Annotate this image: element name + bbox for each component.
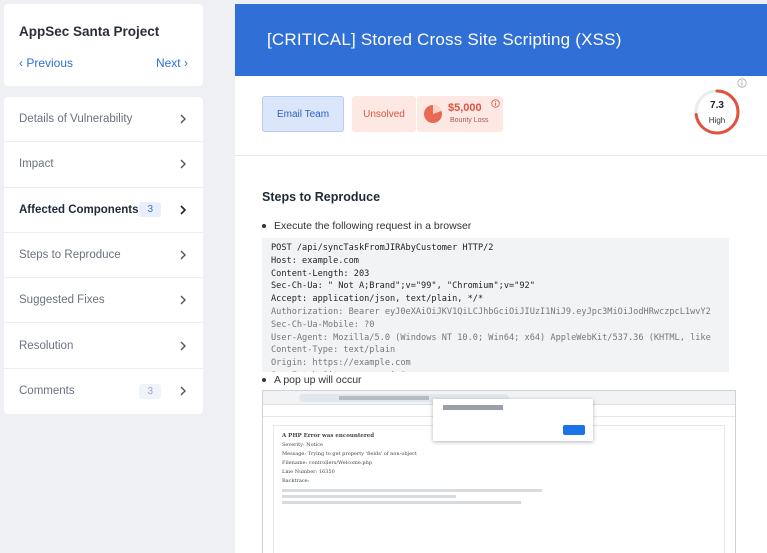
- report-content: Steps to Reproduce Execute the following…: [235, 190, 767, 553]
- project-title: AppSec Santa Project: [19, 24, 160, 39]
- chevron-right-icon: [180, 114, 186, 124]
- alert-dialog: [433, 399, 593, 441]
- project-card: AppSec Santa Project ‹ Previous Next ›: [4, 4, 203, 86]
- chevron-right-icon: [180, 250, 186, 260]
- code-line: Authorization: Bearer eyJ0eXAiOiJKV1QiLC…: [271, 306, 711, 317]
- nav-item-impact[interactable]: Impact: [4, 142, 203, 188]
- nav-item-resolution[interactable]: Resolution: [4, 323, 203, 369]
- bounty-label: Bounty Loss: [450, 117, 489, 124]
- nav-item-label: Suggested Fixes: [19, 294, 105, 307]
- dialog-ok-button: [563, 425, 585, 435]
- report-meta: Email Team Unsolved $5,000 Bounty Loss 7…: [235, 76, 767, 156]
- next-button[interactable]: Next ›: [156, 56, 188, 70]
- project-pager: ‹ Previous Next ›: [19, 56, 188, 70]
- section-title: Steps to Reproduce: [262, 190, 381, 204]
- screenshot-image: A PHP Error was encountered Severity: No…: [262, 390, 736, 553]
- status-badge[interactable]: Unsolved: [352, 96, 416, 132]
- email-team-button[interactable]: Email Team: [262, 96, 344, 132]
- chevron-right-icon: ›: [184, 56, 188, 70]
- chevron-right-icon: [180, 159, 186, 169]
- error-line: Filename: controllers/Welcome.php: [282, 460, 373, 466]
- pie-chart-icon: [424, 104, 442, 123]
- code-line: User-Agent: Mozilla/5.0 (Windows NT 10.0…: [271, 332, 711, 343]
- error-line: Severity: Notice: [282, 442, 324, 448]
- info-icon[interactable]: [737, 78, 747, 88]
- code-line: Accept: application/json, text/plain, */…: [271, 294, 484, 305]
- chevron-right-icon: [180, 386, 186, 396]
- nav-item-label: Resolution: [19, 339, 74, 352]
- nav-item-label: Details of Vulnerability: [19, 113, 133, 126]
- score-level: High: [708, 116, 726, 125]
- score-value: 7.3: [710, 100, 724, 111]
- chevron-right-icon: [180, 205, 187, 215]
- report-header: [CRITICAL] Stored Cross Site Scripting (…: [235, 4, 767, 76]
- chevron-right-icon: [180, 341, 186, 351]
- nav-item-steps-to-reproduce[interactable]: Steps to Reproduce: [4, 233, 203, 279]
- code-line: Host: example.com: [271, 255, 359, 266]
- previous-button[interactable]: ‹ Previous: [19, 56, 73, 70]
- step-item: Execute the following request in a brows…: [262, 220, 740, 232]
- nav-item-label: Steps to Reproduce: [19, 249, 121, 262]
- code-line: Content-Length: 203: [271, 268, 370, 279]
- severity-score: 7.3 High: [693, 88, 741, 136]
- info-icon[interactable]: [491, 99, 500, 108]
- chevron-right-icon: [180, 295, 186, 305]
- code-block: POST /api/syncTaskFromJIRAbyCustomer HTT…: [262, 238, 729, 372]
- code-line: POST /api/syncTaskFromJIRAbyCustomer HTT…: [271, 243, 494, 253]
- count-badge: 3: [139, 202, 161, 218]
- score-ring: [694, 89, 740, 135]
- nav-item-details[interactable]: Details of Vulnerability: [4, 97, 203, 143]
- bounty-amount: $5,000: [448, 102, 482, 114]
- error-line: Message: Trying to get property 'fields'…: [282, 451, 417, 457]
- nav-item-affected-components[interactable]: Affected Components 3: [4, 188, 203, 233]
- count-badge: 3: [139, 383, 161, 399]
- code-line: Sec-Ch-Ua-Mobile: ?0: [271, 319, 375, 330]
- step-item: A pop up will occur: [262, 374, 740, 386]
- nav-item-label: Impact: [19, 158, 54, 171]
- report-title: [CRITICAL] Stored Cross Site Scripting (…: [267, 30, 622, 49]
- code-line: Content-Type: text/plain: [271, 345, 396, 356]
- error-line: Backtrace:: [282, 478, 310, 484]
- code-line: Sec-Fetch-Site: same-origin: [271, 370, 720, 372]
- code-line: Origin: https://example.com: [271, 358, 411, 369]
- report-panel: [CRITICAL] Stored Cross Site Scripting (…: [235, 4, 767, 553]
- error-page: A PHP Error was encountered Severity: No…: [273, 425, 725, 553]
- nav-item-label: Comments: [19, 385, 75, 398]
- next-label: Next: [155, 56, 181, 70]
- error-line: Line Number: 16350: [282, 469, 335, 475]
- previous-label: Previous: [26, 56, 74, 70]
- nav-item-label: Affected Components: [19, 203, 139, 216]
- code-line: Sec-Ch-Ua: " Not A;Brand";v="99", "Chrom…: [271, 281, 535, 292]
- bounty-badge: $5,000 Bounty Loss: [417, 96, 503, 132]
- chevron-left-icon: ‹: [19, 56, 23, 70]
- nav-item-suggested-fixes[interactable]: Suggested Fixes: [4, 278, 203, 324]
- nav-item-comments[interactable]: Comments 3: [4, 369, 203, 414]
- section-nav: Details of Vulnerability Impact Affected…: [4, 97, 203, 414]
